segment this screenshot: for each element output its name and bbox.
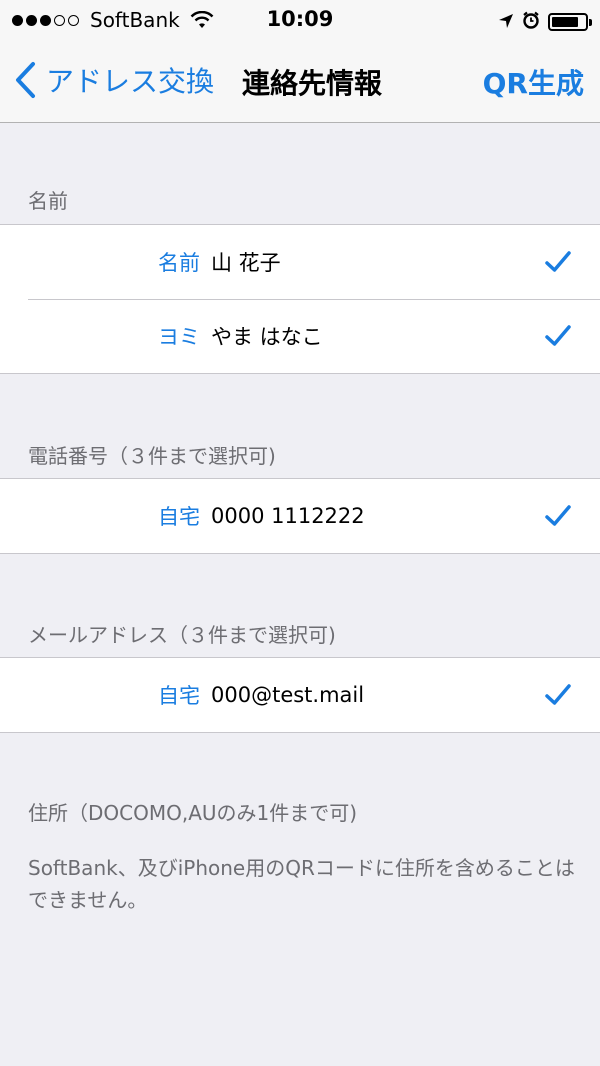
- checkmark-icon: [545, 251, 571, 272]
- row-label: 自宅: [158, 684, 200, 708]
- row-value: 000@test.mail: [211, 683, 365, 707]
- section-header-address: 住所（DOCOMO,AUのみ1件まで可): [28, 801, 358, 825]
- navigation-bar: アドレス交換 連絡先情報 QR生成: [0, 40, 600, 123]
- row-value: 0000 1112222: [211, 504, 365, 528]
- page-title: 連絡先情報: [242, 67, 383, 100]
- phone-group: 自宅 0000 1112222: [0, 478, 600, 554]
- checkmark-icon: [545, 684, 571, 705]
- address-note: SoftBank、及びiPhone用のQRコードに住所を含めることはできません。: [28, 856, 575, 912]
- list-item-name[interactable]: 名前 山 花子: [0, 225, 600, 299]
- location-arrow-icon: [498, 10, 514, 34]
- email-group: 自宅 000@test.mail: [0, 657, 600, 733]
- battery-fill: [552, 17, 578, 27]
- row-label: 自宅: [158, 505, 200, 529]
- name-group: 名前 山 花子 ヨミ やま はなこ: [0, 224, 600, 374]
- qr-generate-button[interactable]: QR生成: [483, 62, 584, 102]
- row-value: 山 花子: [211, 251, 281, 275]
- list-item-phone[interactable]: 自宅 0000 1112222: [0, 479, 600, 553]
- chevron-left-icon: [16, 62, 35, 98]
- section-header-email: メールアドレス（３件まで選択可): [28, 623, 336, 647]
- section-header-name: 名前: [28, 189, 68, 213]
- battery-icon: [548, 13, 592, 31]
- checkmark-icon: [545, 325, 571, 346]
- back-button-label: アドレス交換: [46, 65, 215, 98]
- list-item-email[interactable]: 自宅 000@test.mail: [0, 658, 600, 732]
- list-item-reading[interactable]: ヨミ やま はなこ: [0, 299, 600, 373]
- alarm-clock-icon: [522, 10, 540, 34]
- row-value: やま はなこ: [211, 325, 323, 349]
- status-bar: SoftBank 10:09: [0, 0, 600, 40]
- section-header-phone: 電話番号（３件まで選択可): [28, 444, 276, 468]
- row-label: 名前: [158, 251, 200, 275]
- row-label: ヨミ: [158, 325, 200, 349]
- checkmark-icon: [545, 505, 571, 526]
- status-right: [490, 10, 592, 34]
- back-button[interactable]: アドレス交換: [14, 60, 214, 100]
